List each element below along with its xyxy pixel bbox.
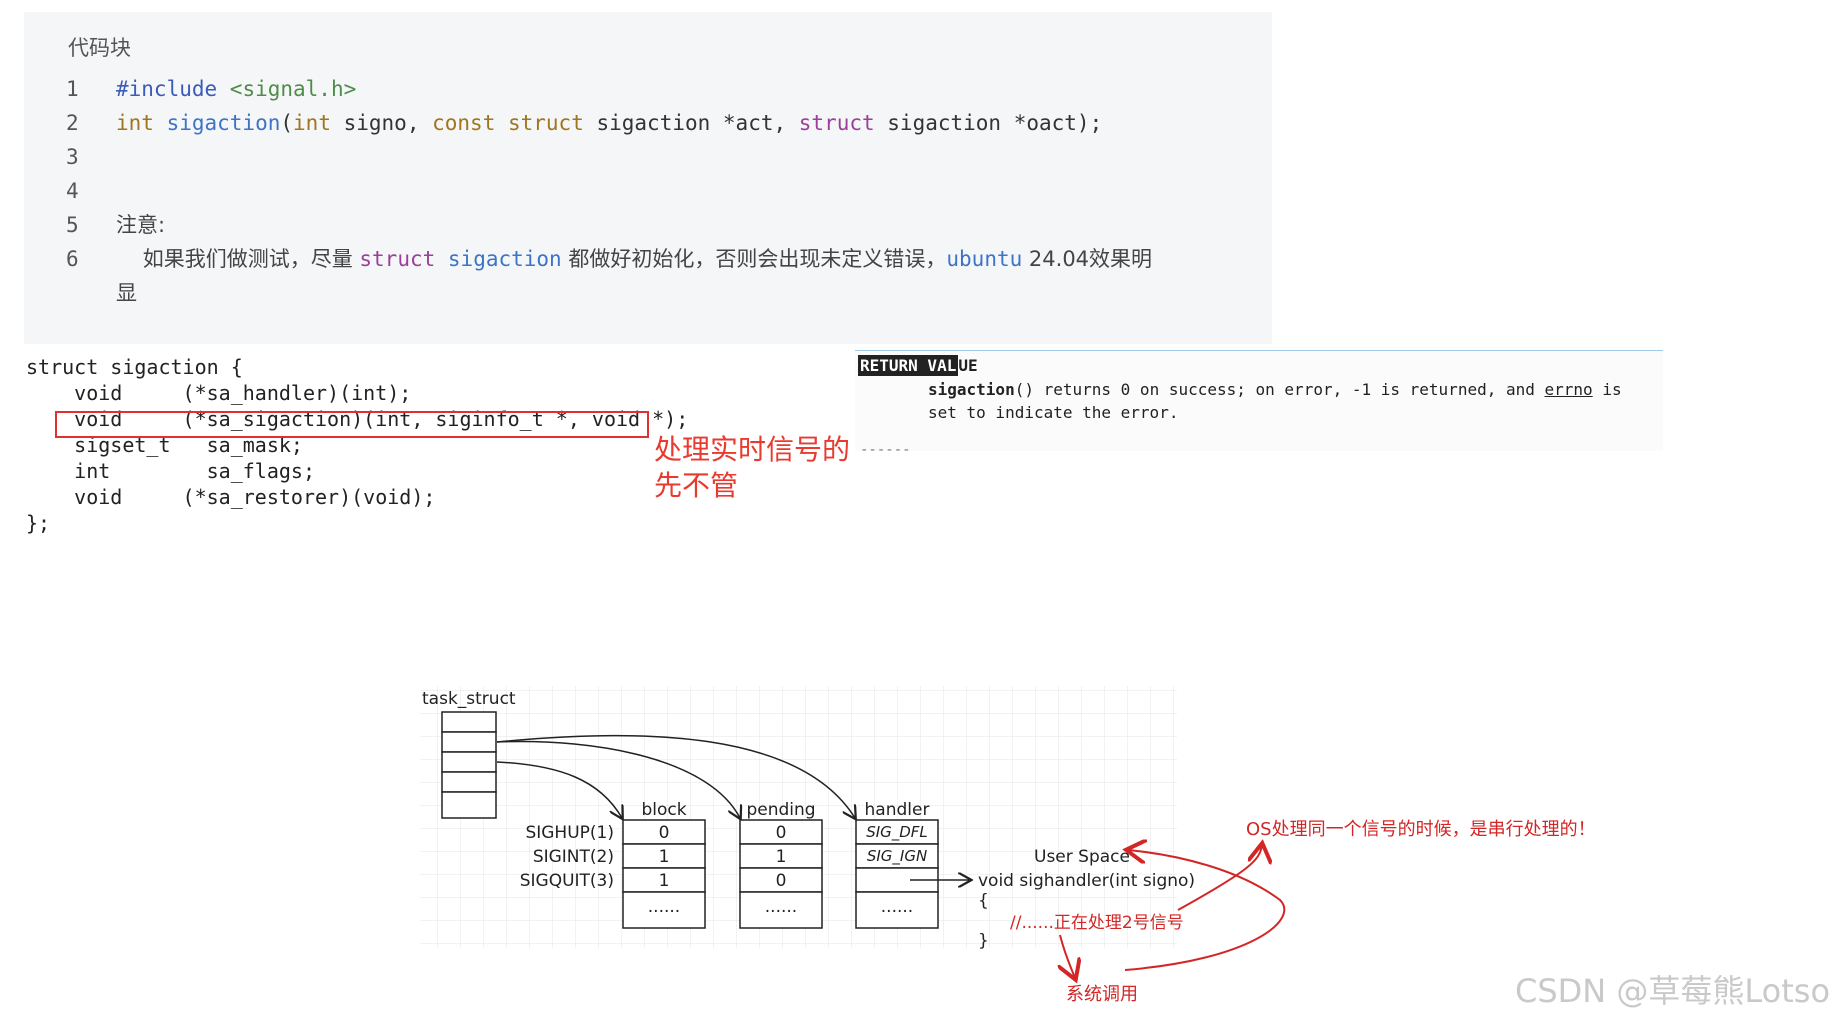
- signal-name: SIGQUIT(3): [520, 871, 614, 891]
- block-header: block: [641, 800, 686, 820]
- task-struct-box: [441, 711, 497, 819]
- brace-open: {: [978, 891, 989, 911]
- signal-name: SIGHUP(1): [525, 823, 614, 843]
- pending-cell: ......: [765, 897, 797, 917]
- block-cell: 1: [659, 871, 670, 891]
- block-cell: ......: [648, 897, 680, 917]
- signal-diagram: task_struct block pending handler SIGHUP…: [420, 686, 1596, 1005]
- handler-cell: ......: [881, 897, 913, 917]
- sighandler-signature: void sighandler(int signo): [978, 871, 1195, 891]
- block-cell: 0: [659, 823, 670, 843]
- watermark: CSDN @草莓熊Lotso: [1515, 972, 1831, 1010]
- task-struct-label: task_struct: [422, 689, 516, 709]
- handler-cell: SIG_DFL: [866, 823, 928, 842]
- processing-comment: //......正在处理2号信号: [1010, 913, 1184, 933]
- handler-cell: SIG_IGN: [867, 847, 927, 866]
- pending-cell: 0: [776, 823, 787, 843]
- pending-cell: 1: [776, 847, 787, 867]
- syscall-label: 系统调用: [1066, 984, 1138, 1005]
- pending-cell: 0: [776, 871, 787, 891]
- brace-close: }: [978, 931, 989, 951]
- handler-header: handler: [865, 800, 930, 820]
- block-cell: 1: [659, 847, 670, 867]
- signal-name: SIGINT(2): [533, 847, 614, 867]
- pending-header: pending: [746, 800, 815, 820]
- user-space-label: User Space: [1034, 847, 1130, 867]
- os-note: OS处理同一个信号的时候，是串行处理的！: [1246, 819, 1596, 840]
